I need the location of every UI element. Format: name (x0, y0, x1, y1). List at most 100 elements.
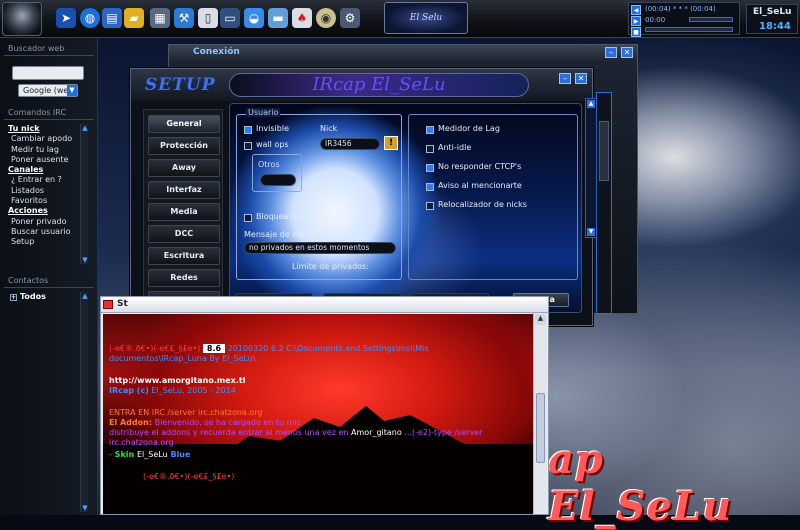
globe-icon[interactable]: ◍ (80, 8, 100, 28)
notes-icon[interactable]: ▤ (102, 8, 122, 28)
option-checkbox[interactable] (426, 202, 434, 210)
scroll-thumb[interactable] (599, 121, 609, 181)
scroll-up-icon[interactable]: ▲ (81, 292, 89, 300)
nav-tab-1[interactable]: Protección (148, 137, 220, 155)
nav-tab-6[interactable]: Escritura (148, 247, 220, 265)
scroll-down-icon[interactable]: ▼ (587, 228, 595, 236)
seek-bar[interactable] (689, 17, 733, 22)
folder-icon[interactable]: ▰ (124, 8, 144, 28)
sidebar-section-header[interactable]: Canales (8, 165, 82, 175)
mushroom-icon[interactable]: ♠ (292, 8, 312, 28)
gear-icon[interactable]: ⚙ (340, 8, 360, 28)
chat-area[interactable]: (-e€®.ð€•)(-e€£_§£e•) 8.6 20100320 6.2 C… (103, 314, 533, 514)
option-checkbox[interactable] (426, 145, 434, 153)
document-icon[interactable]: ▯ (198, 8, 218, 28)
sidebar: Buscador web Google (we ▼ Comandos IRC T… (0, 38, 98, 515)
minimize-icon[interactable]: – (559, 73, 571, 84)
chip-icon[interactable]: ▦ (150, 8, 170, 28)
top-toolbar: ➤ ◍ ▤ ▰ ▦ ⚒ ▯ ▭ ◒ ▬ ♠ ◉ ⚙ El Selu ◀ ▶ ■ … (0, 0, 800, 38)
option-label: Anti-idle (438, 143, 472, 152)
palette-icon[interactable]: ◉ (316, 8, 336, 28)
sidebar-item[interactable]: Setup (8, 237, 82, 247)
minimize-icon[interactable]: – (605, 47, 617, 58)
center-logo[interactable]: El Selu (384, 2, 468, 34)
sidebar-section-header[interactable]: Acciones (8, 206, 82, 216)
options-fieldset (408, 114, 578, 280)
sidebar-item[interactable]: Poner ausente (8, 155, 82, 165)
sidebar-section-header[interactable]: Tu nick (8, 124, 82, 134)
sidebar-item[interactable]: Listados (8, 186, 82, 196)
option-checkbox[interactable] (426, 126, 434, 134)
invisible-checkbox[interactable] (244, 126, 252, 134)
stars-left: * * * (672, 5, 688, 13)
contacts-group-todos[interactable]: + Todos (10, 292, 46, 301)
monitor-icon[interactable]: ▭ (220, 8, 240, 28)
wallpaper-text: ap El_SeLu (548, 436, 733, 530)
nav-tab-2[interactable]: Away (148, 159, 220, 177)
chat-bottom-line: (-e€®.ð€•)(-e€£_§£e•) (143, 472, 235, 481)
expand-icon[interactable]: + (10, 294, 17, 301)
option-label: Relocalizador de nicks (438, 200, 527, 209)
arrow-icon[interactable]: ➤ (56, 8, 76, 28)
stop-icon[interactable]: ■ (631, 27, 641, 37)
app-logo[interactable] (2, 2, 42, 36)
volume-bar[interactable] (645, 27, 733, 32)
option-checkbox[interactable] (426, 183, 434, 191)
elapsed-time: 00:00 (645, 16, 666, 24)
wallops-checkbox[interactable] (244, 142, 252, 150)
nav-tab-3[interactable]: Interfaz (148, 181, 220, 199)
status-window-icon (103, 300, 113, 309)
sidebar-item[interactable]: ¿ Entrar en ? (8, 175, 82, 185)
close-icon[interactable]: ✕ (575, 73, 587, 84)
bloquear-privados-checkbox[interactable] (244, 214, 252, 222)
play-icon[interactable]: ▶ (631, 16, 641, 26)
sidebar-item[interactable]: Medir tu lag (8, 145, 82, 155)
scroll-up-icon[interactable]: ▲ (81, 124, 89, 132)
sidebar-item[interactable]: Buscar usuario (8, 227, 82, 237)
chat-scrollbar[interactable]: ▲ (533, 313, 547, 513)
satellite-icon[interactable]: ◒ (244, 8, 264, 28)
commands-list: Tu nick Cambiar apodo Medir tu lag Poner au… (8, 124, 82, 248)
chat-skin: - Skin El_SeLu Blue (109, 450, 191, 459)
search-input[interactable] (12, 66, 84, 80)
scroll-up-icon[interactable]: ▲ (587, 100, 595, 108)
modem-icon[interactable]: ▬ (268, 8, 288, 28)
scroll-down-icon[interactable]: ▼ (81, 504, 89, 512)
chat-line-1: (-e€®.ð€•)(-e€£_§£e•) 8.6 20100320 6.2 C… (109, 344, 429, 353)
nick-action-button[interactable]: ! (384, 136, 398, 150)
prev-icon[interactable]: ◀ (631, 5, 641, 15)
nav-tab-5[interactable]: DCC (148, 225, 220, 243)
close-icon[interactable]: ✕ (621, 47, 633, 58)
mensaje-excusa-label: Mensaje de excusa (244, 230, 321, 239)
setup-general-panel: Usuario Invisible wall ops Nick IR3456 !… (229, 103, 582, 313)
chat-entra: ENTRA EN IRC /server irc.chatzona.org (109, 408, 263, 417)
chat-server-end: irc.chatzona.org (109, 438, 174, 447)
excusa-input[interactable]: no privados en estos momentos (244, 242, 396, 254)
setup-right-scrollbar[interactable]: ▲ ▼ (585, 98, 597, 238)
clock-time: 18:44 (759, 21, 791, 32)
sidebar-item[interactable]: Cambiar apodo (8, 134, 82, 144)
nav-tab-7[interactable]: Redes (148, 269, 220, 287)
scroll-up-icon[interactable]: ▲ (535, 314, 546, 325)
contacts-scrollbar[interactable]: ▲ ▼ (80, 292, 88, 512)
chat-url[interactable]: http://www.amorgitano.mex.tl (109, 376, 245, 386)
scroll-thumb[interactable] (536, 393, 545, 463)
nav-tab-4[interactable]: Media (148, 203, 220, 221)
search-engine-select[interactable]: Google (we ▼ (18, 84, 78, 97)
option-checkbox[interactable] (426, 164, 434, 172)
sidebar-item[interactable]: Favoritos (8, 196, 82, 206)
wallops-label: wall ops (256, 140, 289, 149)
status-title: St (101, 297, 548, 313)
otros-input[interactable] (260, 174, 296, 186)
scroll-down-icon[interactable]: ▼ (81, 256, 89, 264)
tools-icon[interactable]: ⚒ (174, 8, 194, 28)
media-player: ◀ ▶ ■ (00:04) * * * (00:04) 00:00 (628, 2, 740, 37)
commands-scrollbar[interactable]: ▲ ▼ (80, 124, 88, 264)
chat-copyright: IRcap (c) El_SeLu, 2005 - 2014 (109, 386, 236, 395)
chevron-down-icon[interactable]: ▼ (67, 85, 77, 96)
invisible-label: Invisible (256, 124, 289, 133)
conexion-scrollbar[interactable] (596, 92, 612, 314)
nick-input[interactable]: IR3456 (320, 138, 380, 150)
nav-tab-0[interactable]: General (148, 115, 220, 133)
sidebar-item[interactable]: Poner privado (8, 217, 82, 227)
